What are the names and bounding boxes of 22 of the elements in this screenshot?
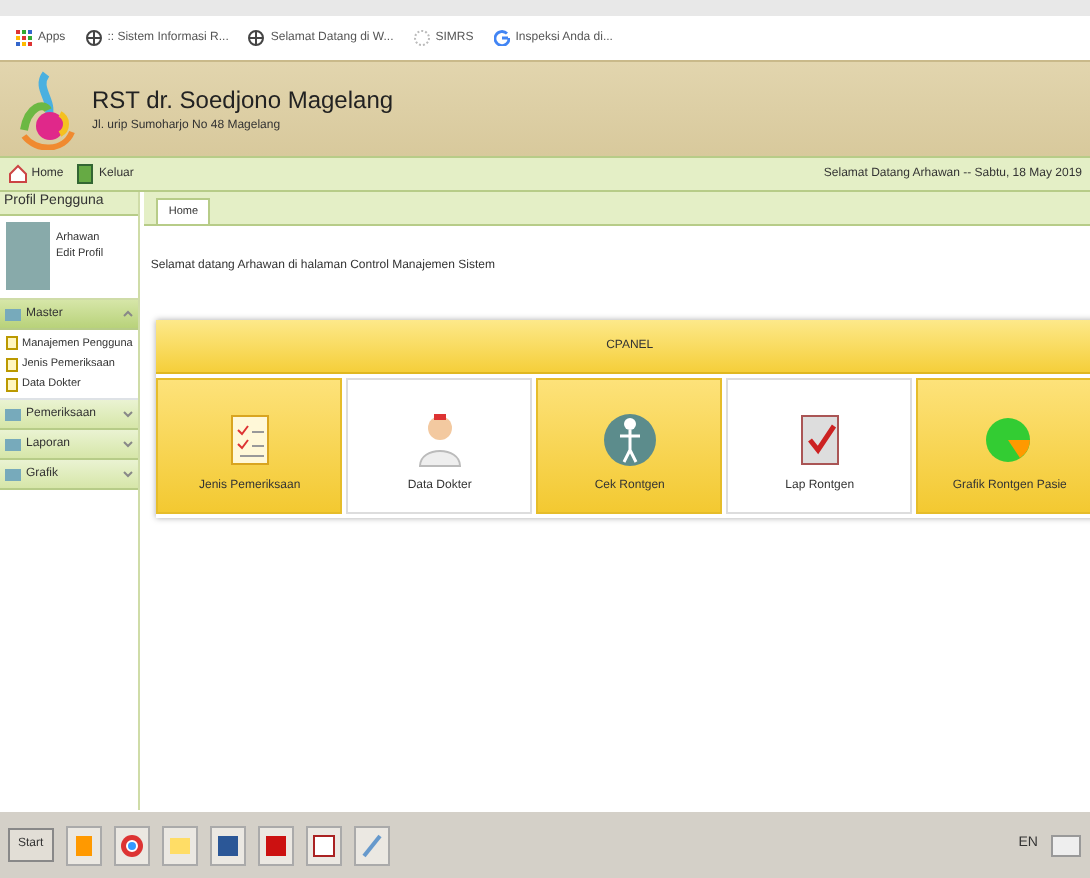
globe-icon — [248, 30, 265, 46]
taskbar-app[interactable] — [209, 825, 246, 865]
chevron-icon — [122, 408, 135, 421]
tray-icon — [1050, 833, 1082, 857]
chevron-icon — [122, 438, 135, 451]
apps-grid-icon — [16, 30, 32, 46]
taskbar-app[interactable] — [305, 825, 342, 865]
chevron-icon — [122, 468, 135, 481]
google-icon — [493, 30, 510, 46]
page-icon — [413, 30, 430, 46]
house-icon — [8, 164, 28, 184]
doctor-icon — [413, 410, 466, 470]
taskbar-app[interactable] — [257, 825, 294, 865]
globe-icon — [85, 30, 102, 46]
chevron-icon — [122, 308, 135, 320]
folder-icon — [4, 306, 22, 322]
taskbar-app[interactable] — [113, 825, 150, 865]
flame-logo-icon — [16, 69, 76, 149]
avatar-placeholder — [6, 222, 50, 290]
hospital-title: RST dr. Soedjono Magelang — [92, 84, 394, 118]
skeleton-icon — [603, 410, 656, 470]
browser-icon — [119, 831, 144, 859]
